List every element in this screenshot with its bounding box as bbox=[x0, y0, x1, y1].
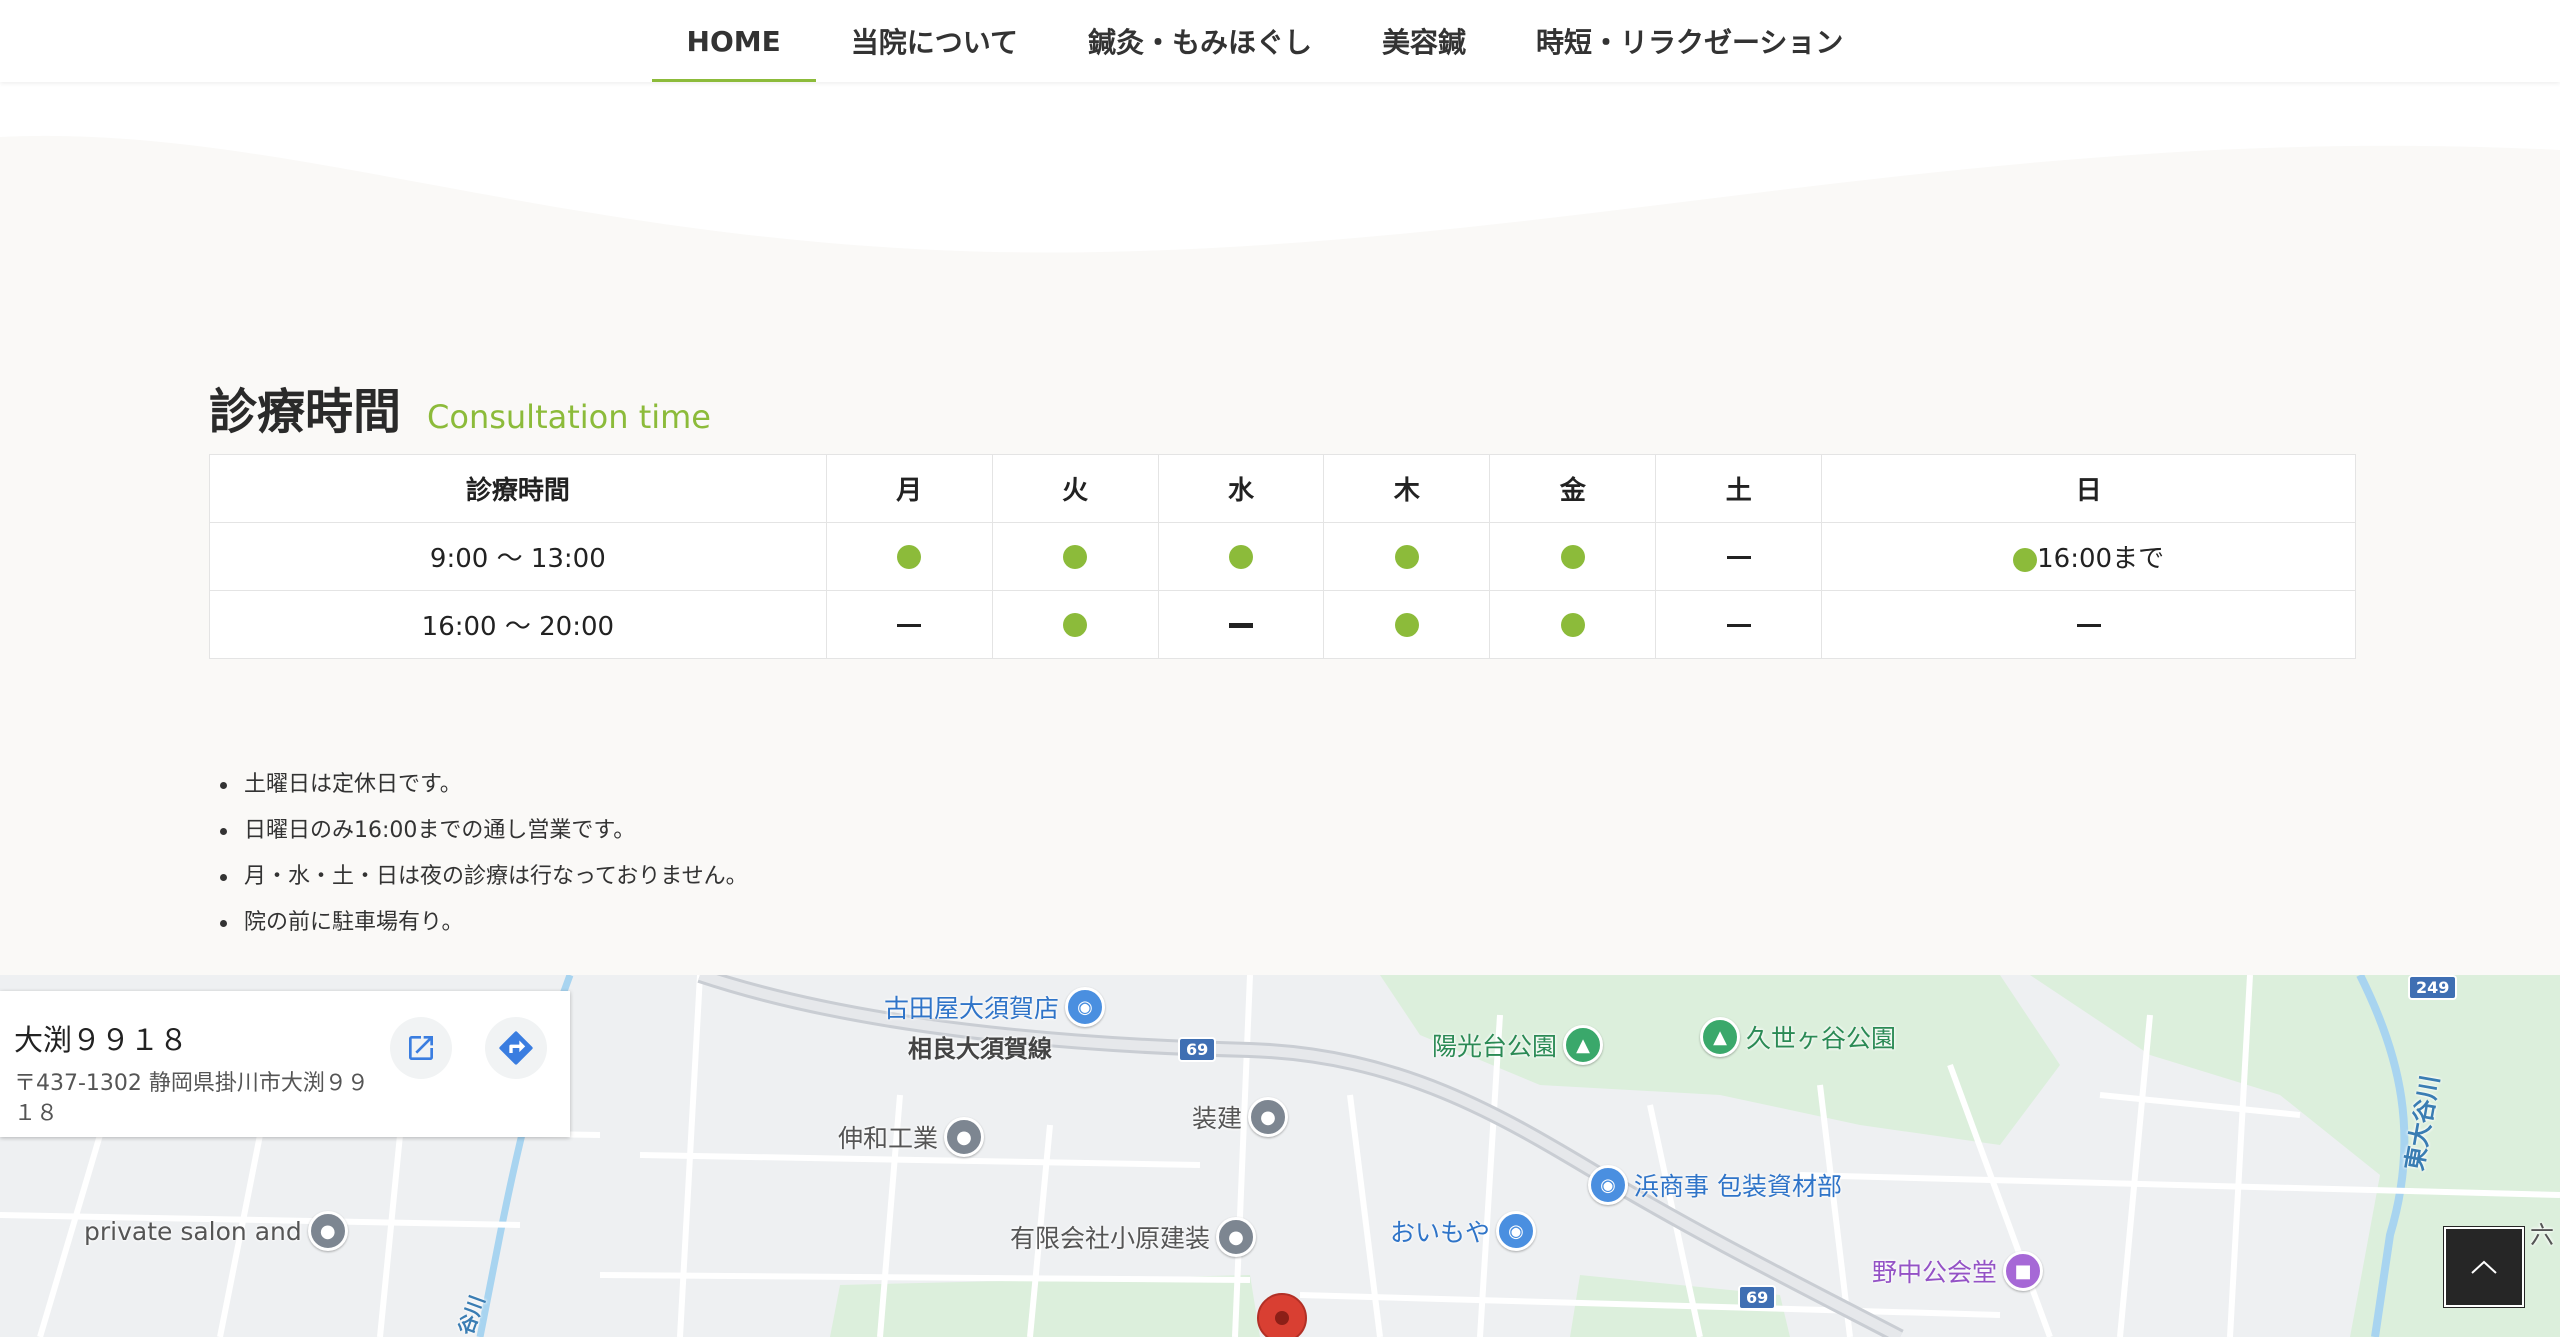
open-in-new-icon bbox=[409, 1036, 433, 1060]
section-title: 診療時間 bbox=[209, 384, 402, 440]
map-embed[interactable]: 相良大須賀線 69 69 249 東大谷川 谷川 六 古田屋大須賀店 ◉ 陽光台… bbox=[0, 975, 2560, 1337]
route-shield: 69 bbox=[1738, 1285, 1777, 1310]
place-address: 〒437-1302 静岡県掛川市大渕９９１８ bbox=[14, 1071, 369, 1126]
status-cell bbox=[1157, 522, 1325, 591]
main-nav: HOME 当院について 鍼灸・もみほぐし 美容鍼 時短・リラクゼーション bbox=[0, 0, 2560, 82]
status-cell bbox=[991, 590, 1159, 659]
nav-item-about[interactable]: 当院について bbox=[816, 0, 1053, 82]
status-cell bbox=[1157, 590, 1325, 659]
hours-table: 診療時間 月 火 水 木 金 土 日 9:00 〜 13:00 16:00まで … bbox=[209, 454, 2356, 659]
route-shield: 249 bbox=[2408, 975, 2458, 1000]
status-cell bbox=[825, 590, 993, 659]
open-in-maps-button[interactable] bbox=[390, 1017, 452, 1079]
poi-shinwa[interactable]: 伸和工業 ● bbox=[838, 1117, 985, 1157]
list-item: 土曜日は定休日です。 bbox=[220, 762, 748, 808]
directions-icon bbox=[499, 1031, 533, 1065]
wave-divider bbox=[0, 82, 2560, 253]
status-cell bbox=[1655, 522, 1823, 591]
nav-items: HOME 当院について 鍼灸・もみほぐし 美容鍼 時短・リラクゼーション bbox=[651, 0, 1879, 82]
location-icon: ● bbox=[307, 1211, 348, 1251]
nav-item-acupuncture[interactable]: 鍼灸・もみほぐし bbox=[1053, 0, 1347, 82]
poi-kuseyaya[interactable]: ▲ 久世ヶ谷公園 bbox=[1700, 1017, 1896, 1057]
tree-icon: ▲ bbox=[1563, 1025, 1604, 1065]
list-item: 院の前に駐車場有り。 bbox=[220, 900, 748, 946]
open-dot bbox=[1229, 545, 1253, 569]
poi-private-salon[interactable]: private salon and ● bbox=[84, 1211, 348, 1251]
shopping-bag-icon: ◉ bbox=[1496, 1211, 1537, 1251]
poi-furutaya[interactable]: 古田屋大須賀店 ◉ bbox=[884, 987, 1106, 1027]
open-dot bbox=[1394, 545, 1419, 569]
place-title: 大渕９９１８ bbox=[14, 1023, 189, 1057]
open-dot bbox=[1560, 545, 1585, 569]
status-cell bbox=[1489, 522, 1657, 591]
location-icon: ● bbox=[944, 1117, 985, 1157]
open-dot bbox=[1560, 613, 1585, 637]
nav-item-relaxation[interactable]: 時短・リラクゼーション bbox=[1501, 0, 1878, 82]
back-to-top-button[interactable] bbox=[2443, 1226, 2525, 1308]
status-cell: 16:00まで bbox=[1821, 522, 2356, 591]
poi-nonaka[interactable]: 野中公会堂 ■ bbox=[1872, 1251, 2044, 1291]
map-info-card: 大渕９９１８ 〒437-1302 静岡県掛川市大渕９９１８ bbox=[0, 991, 570, 1137]
closed-dash bbox=[1229, 622, 1253, 628]
open-dot bbox=[897, 545, 922, 569]
row-time: 16:00 〜 20:00 bbox=[209, 590, 827, 659]
header-sun: 日 bbox=[1821, 454, 2356, 523]
list-item: 月・水・土・日は夜の診療は行なっておりません。 bbox=[220, 854, 748, 900]
status-cell bbox=[1821, 590, 2356, 659]
header-thu: 木 bbox=[1323, 454, 1491, 523]
directions-button[interactable] bbox=[485, 1017, 547, 1079]
section-heading: 診療時間 Consultation time bbox=[209, 372, 711, 442]
location-marker-icon[interactable] bbox=[1257, 1293, 1307, 1337]
status-cell bbox=[1323, 522, 1491, 591]
header-wed: 水 bbox=[1157, 454, 1325, 523]
shopping-bag-icon: ◉ bbox=[1588, 1165, 1628, 1205]
open-dot bbox=[1063, 613, 1088, 637]
table-row: 9:00 〜 13:00 16:00まで bbox=[209, 522, 2356, 591]
header-sat: 土 bbox=[1655, 454, 1823, 523]
header-tue: 火 bbox=[991, 454, 1159, 523]
poi-hamashouji[interactable]: ◉ 浜商事 包装資材部 bbox=[1588, 1165, 1842, 1205]
section-subtitle: Consultation time bbox=[427, 398, 711, 436]
route-shield: 69 bbox=[1178, 1037, 1217, 1062]
closed-dash bbox=[897, 623, 922, 627]
open-dot bbox=[1063, 545, 1088, 569]
road-label: 相良大須賀線 bbox=[908, 1035, 1052, 1063]
poi-oimoya[interactable]: おいもや ◉ bbox=[1390, 1211, 1537, 1251]
closed-dash bbox=[1726, 555, 1751, 559]
poi-youkoudai[interactable]: 陽光台公園 ▲ bbox=[1432, 1025, 1604, 1065]
status-cell bbox=[1323, 590, 1491, 659]
consultation-section: 診療時間 Consultation time 診療時間 月 火 水 木 金 土 … bbox=[0, 82, 2560, 975]
status-cell bbox=[1489, 590, 1657, 659]
header-time: 診療時間 bbox=[209, 454, 827, 523]
header-fri: 金 bbox=[1489, 454, 1657, 523]
table-header-row: 診療時間 月 火 水 木 金 土 日 bbox=[209, 454, 2356, 523]
poi-kohara[interactable]: 有限会社小原建装 ● bbox=[1010, 1217, 1257, 1257]
shopping-bag-icon: ◉ bbox=[1065, 987, 1106, 1027]
location-icon: ● bbox=[1248, 1097, 1289, 1137]
status-cell bbox=[825, 522, 993, 591]
status-cell bbox=[1655, 590, 1823, 659]
closed-dash bbox=[1726, 623, 1751, 627]
list-item: 日曜日のみ16:00までの通し営業です。 bbox=[220, 808, 748, 854]
notes-list: 土曜日は定休日です。 日曜日のみ16:00までの通し営業です。 月・水・土・日は… bbox=[220, 762, 748, 946]
tree-icon: ▲ bbox=[1700, 1017, 1740, 1057]
poi-souken[interactable]: 装建 ● bbox=[1192, 1097, 1289, 1137]
open-dot bbox=[2013, 547, 2038, 572]
status-cell bbox=[991, 522, 1159, 591]
nav-item-beauty[interactable]: 美容鍼 bbox=[1347, 0, 1501, 82]
nav-item-home[interactable]: HOME bbox=[651, 0, 817, 82]
landmark-icon: ■ bbox=[2003, 1251, 2044, 1291]
row-time: 9:00 〜 13:00 bbox=[209, 522, 827, 591]
chevron-up-icon bbox=[2471, 1260, 2497, 1274]
map-label: 六 bbox=[2530, 1221, 2554, 1249]
closed-dash bbox=[2076, 623, 2101, 627]
open-dot bbox=[1394, 613, 1419, 637]
table-row: 16:00 〜 20:00 bbox=[209, 590, 2356, 659]
header-mon: 月 bbox=[825, 454, 993, 523]
location-icon: ● bbox=[1216, 1217, 1257, 1257]
sunday-note: 16:00まで bbox=[2037, 544, 2165, 574]
